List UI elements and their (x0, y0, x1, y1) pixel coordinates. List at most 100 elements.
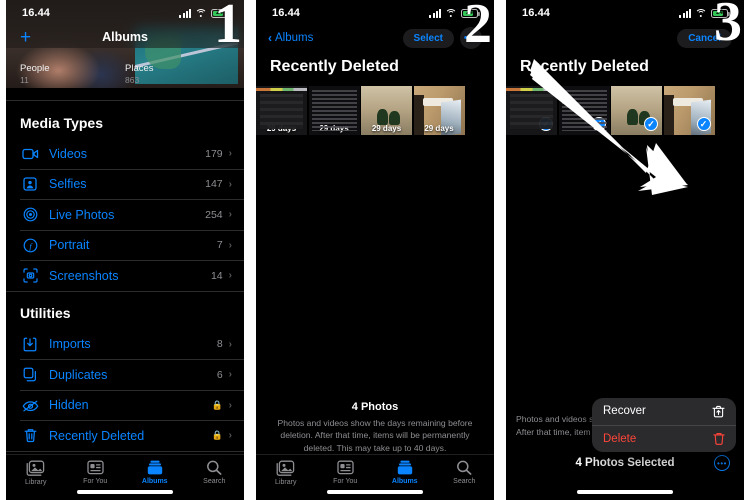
panel-recently-deleted: 16.44 24 ‹ Albums Select ••• Recently De… (256, 0, 494, 500)
wifi-icon (195, 8, 207, 18)
photo-grid: ✓ ✓ ✓ ✓ (506, 86, 744, 135)
photo-count-label: 4 Photos (351, 400, 399, 413)
tab-search[interactable]: Search (435, 460, 495, 485)
chevron-right-icon: › (228, 369, 232, 380)
selfie-portrait-icon (20, 175, 40, 193)
back-to-albums-button[interactable]: ‹ Albums (268, 32, 313, 44)
tab-library[interactable]: Library (256, 460, 316, 486)
status-time: 16.44 (522, 7, 551, 19)
right-margin (744, 0, 750, 500)
photo-stack-icon (26, 460, 45, 476)
people-count: 11 (20, 75, 29, 85)
places-count: 863 (125, 75, 140, 85)
sidebar-item-label: Hidden (49, 398, 89, 412)
selection-check-icon: ✓ (696, 117, 711, 131)
people-album-label[interactable]: People 11 (20, 63, 125, 85)
signal-bars-icon (179, 8, 191, 18)
tab-albums[interactable]: Albums (125, 460, 185, 485)
cover-labels: People 11 Places 863 (6, 63, 244, 85)
sidebar-item-label: Selfies (49, 177, 87, 191)
sidebar-item-label: Recently Deleted (49, 428, 145, 443)
home-indicator (77, 490, 173, 494)
selection-check-icon: ✓ (591, 117, 606, 131)
tab-label: Library (275, 479, 297, 486)
chevron-right-icon: › (228, 209, 232, 220)
sidebar-item-label: Live Photos (49, 207, 115, 222)
photo-thumbnail[interactable]: 29 days (361, 86, 412, 135)
select-button[interactable]: Select (402, 28, 454, 48)
albums-book-icon (147, 460, 162, 475)
sidebar-item-live-photos[interactable]: Live Photos 254 › (6, 200, 244, 230)
chevron-right-icon: › (228, 178, 232, 190)
selection-count-label: 4 Photos Selected (575, 457, 675, 469)
item-count: 179 (205, 147, 223, 160)
duplicate-squares-icon (20, 366, 40, 384)
selection-check-icon: ✓ (539, 117, 553, 131)
photo-thumbnail-selected[interactable]: ✓ (611, 86, 662, 135)
photo-thumbnail[interactable]: 29 days (256, 86, 307, 135)
photo-thumbnail-selected[interactable]: ✓ (663, 86, 715, 135)
tab-albums[interactable]: Albums (375, 460, 435, 485)
tab-label: Search (453, 478, 476, 485)
menu-item-delete[interactable]: Delete (592, 425, 736, 452)
search-icon (457, 460, 472, 475)
for-you-card-icon (87, 460, 104, 475)
sidebar-item-duplicates[interactable]: Duplicates 6 › (6, 360, 244, 390)
days-remaining-label: 29 days (424, 124, 454, 133)
tab-for-you[interactable]: For You (66, 460, 126, 485)
tab-for-you[interactable]: For You (316, 460, 376, 485)
albums-scroll-area: Media Types Videos 179 › Selfies 147 › L… (6, 100, 244, 454)
item-count: 147 (205, 178, 223, 190)
menu-item-recover[interactable]: Recover (592, 398, 736, 425)
item-count: 8 (216, 338, 223, 350)
tab-bar: Library For You Albums Search (256, 454, 494, 500)
sidebar-item-recently-deleted[interactable]: Recently Deleted 🔒 › (6, 421, 244, 451)
trash-icon (20, 427, 40, 445)
page-title: Recently Deleted (270, 58, 399, 75)
menu-item-label: Delete (603, 432, 637, 445)
photo-grid: 29 days 29 days 29 days 29 days (256, 86, 494, 135)
panel-selection-mode: 16.44 24 Cancel Recently Deleted ✓ ✓ ✓ ✓… (506, 0, 744, 500)
days-remaining-label: 29 days (371, 124, 402, 133)
footer-info: 4 Photos Photos and videos show the days… (256, 401, 494, 454)
live-photo-icon (20, 206, 40, 224)
section-header-utilities: Utilities (20, 305, 71, 321)
chevron-left-icon: ‹ (268, 31, 272, 45)
photo-thumbnail-selected[interactable]: ✓ (558, 86, 610, 135)
lock-icon: 🔒 (211, 430, 223, 440)
tab-library[interactable]: Library (6, 460, 66, 486)
sidebar-item-label: Imports (49, 337, 91, 351)
photo-thumbnail[interactable]: 29 days (413, 86, 465, 135)
home-indicator (577, 490, 673, 494)
places-album-label[interactable]: Places 863 (125, 63, 230, 85)
import-tray-icon (20, 335, 40, 353)
tab-search[interactable]: Search (185, 460, 245, 485)
item-count: 14 (210, 269, 223, 282)
sidebar-item-screenshots[interactable]: Screenshots 14 › (6, 261, 244, 291)
footer-description: Photos and videos show the days remainin… (277, 417, 473, 453)
sidebar-item-hidden[interactable]: Hidden 🔒 › (6, 390, 244, 420)
photo-thumbnail-selected[interactable]: ✓ (506, 86, 557, 135)
tab-label: Library (25, 479, 47, 486)
item-count: 254 (205, 208, 223, 221)
sidebar-item-selfies[interactable]: Selfies 147 › (6, 169, 244, 199)
page-title: Albums (102, 30, 148, 44)
panel-divider-1 (244, 0, 256, 500)
sidebar-item-videos[interactable]: Videos 179 › (6, 139, 244, 169)
people-title: People (20, 63, 50, 74)
tab-label: For You (333, 478, 358, 485)
chevron-right-icon: › (228, 430, 232, 441)
sidebar-item-portrait[interactable]: f Portrait 7 › (6, 230, 244, 260)
sidebar-item-label: Videos (49, 146, 87, 161)
signal-bars-icon (429, 8, 441, 18)
photo-thumbnail[interactable]: 29 days (308, 86, 360, 135)
step-number-3: 3 (714, 0, 742, 53)
eye-slash-icon (20, 396, 40, 414)
sidebar-item-imports[interactable]: Imports 8 › (6, 329, 244, 359)
panel-albums-list: 16.44 24 + Albums People 11 Places 863 M… (6, 0, 244, 500)
nav-row: + Albums (6, 26, 244, 48)
places-title: Places (125, 63, 154, 74)
video-camera-icon (20, 145, 40, 163)
home-indicator (327, 490, 423, 494)
wifi-icon (445, 8, 457, 18)
